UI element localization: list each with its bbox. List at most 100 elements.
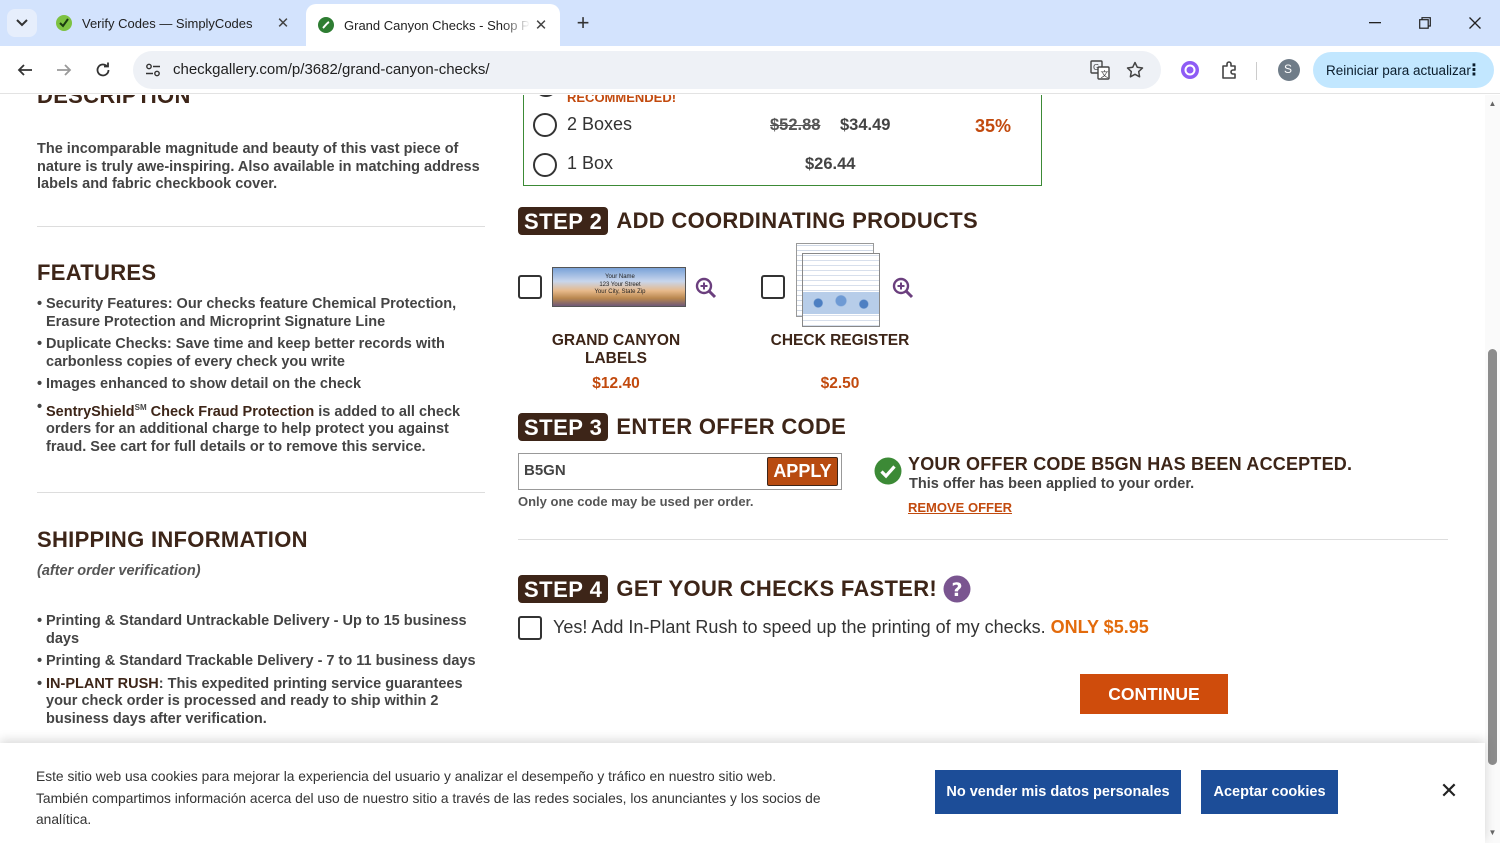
price: $26.44 [805,155,856,173]
svg-text:?: ? [952,579,963,601]
tab-grand-canyon-checks[interactable]: Grand Canyon Checks - Shop P ✕ [306,4,560,46]
add-register-checkbox[interactable] [761,275,785,299]
offer-accepted-subtitle: This offer has been applied to your orde… [909,476,1195,492]
list-item: IN-PLANT RUSH: This expedited printing s… [37,676,477,729]
chevron-down-icon [16,19,28,27]
translate-icon[interactable]: G文 [1088,58,1112,82]
sentry-brand: SentryShield [46,403,135,420]
tab-search-button[interactable] [7,9,37,37]
features-list: Security Features: Our checks feature Ch… [37,296,492,462]
browser-tab-strip: Verify Codes — SimplyCodes ✕ Grand Canyo… [0,0,1500,46]
step-title: ENTER OFFER CODE [616,414,847,439]
savings-percent: 35% [975,116,1012,136]
step-badge: STEP 2 [518,207,609,235]
close-tab-icon[interactable]: ✕ [272,12,294,34]
close-tab-icon[interactable]: ✕ [530,14,552,36]
old-price: $52.88 [770,116,821,134]
zoom-in-icon[interactable] [891,276,915,300]
profile-avatar[interactable]: S [1277,58,1301,82]
label-preview-text: Your Name 123 Your Street Your City, Sta… [553,274,687,297]
offer-accepted-title: YOUR OFFER CODE B5GN HAS BEEN ACCEPTED. [908,454,1353,474]
cookie-consent-banner: Este sitio web usa cookies para mejorar … [0,743,1485,843]
apply-button[interactable]: APPLY [767,457,838,486]
continue-button[interactable]: CONTINUE [1080,674,1228,714]
url-text: checkgallery.com/p/3682/grand-canyon-che… [173,61,490,78]
register-product-image[interactable] [796,243,882,329]
restart-to-update-button[interactable]: Reiniciar para actualizar ⋮ [1313,52,1494,88]
restore-icon[interactable] [1410,8,1440,38]
quantity-radio-1-box[interactable] [533,153,557,177]
new-tab-plus-icon[interactable]: + [570,10,596,36]
quantity-radio-recommended[interactable] [534,95,558,97]
step-title: ADD COORDINATING PRODUCTS [616,208,978,233]
remove-offer-link[interactable]: REMOVE OFFER [908,500,1012,515]
labels-product-image[interactable]: Your Name 123 Your Street Your City, Sta… [552,267,686,307]
list-item: Printing & Standard Trackable Delivery -… [37,653,477,671]
extensions-puzzle-icon[interactable] [1218,58,1242,82]
divider [37,492,485,493]
step-3-header: STEP 3 ENTER OFFER CODE [518,413,846,441]
zoom-in-icon[interactable] [694,276,718,300]
page-content: DESCRIPTION The incomparable magnitude a… [0,95,1485,843]
tab-title: Grand Canyon Checks - Shop P [344,17,530,33]
list-item: Security Features: Our checks feature Ch… [37,296,492,331]
close-icon[interactable]: ✕ [1437,778,1461,803]
divider [518,539,1448,540]
labels-price: $12.40 [592,375,640,392]
offer-code-input[interactable] [524,462,754,479]
close-window-icon[interactable] [1460,8,1490,38]
address-bar[interactable]: checkgallery.com/p/3682/grand-canyon-che… [133,51,1161,89]
help-question-icon[interactable]: ? [943,575,971,603]
quantity-radio-2-boxes[interactable] [533,113,557,137]
simplycodes-favicon-icon [56,15,72,31]
step-badge: STEP 3 [518,413,609,441]
forward-arrow-icon[interactable] [48,54,80,86]
labels-product-name: GRAND CANYON LABELS [551,332,681,367]
sentry-bold: Check Fraud Protection [146,403,315,420]
add-labels-checkbox[interactable] [518,275,542,299]
rush-option-label: Yes! Add In-Plant Rush to speed up the p… [553,617,1149,638]
cookie-text: Este sitio web usa cookies para mejorar … [36,769,821,827]
step-4-header: STEP 4 GET YOUR CHECKS FASTER! ? [518,575,971,603]
more-menu-icon[interactable]: ⋮ [1466,60,1482,80]
description-text: The incomparable magnitude and beauty of… [37,141,480,192]
rush-option-price: ONLY $5.95 [1050,617,1149,637]
scroll-up-arrow-icon[interactable]: ▲ [1488,99,1497,108]
in-plant-rush-checkbox[interactable] [518,616,542,640]
minimize-icon[interactable] [1360,8,1390,38]
list-item: Duplicate Checks: Save time and keep bet… [37,336,492,371]
shipping-heading: SHIPPING INFORMATION [37,527,308,552]
page-scrollbar[interactable]: ▲ ▼ [1485,95,1500,843]
register-floral [803,292,879,314]
bookmark-star-icon[interactable] [1123,58,1147,82]
do-not-sell-button[interactable]: No vender mis datos personales [935,770,1181,814]
browser-toolbar: checkgallery.com/p/3682/grand-canyon-che… [0,46,1500,94]
register-price: $2.50 [820,375,860,392]
list-item: SentryShieldSM Check Fraud Protection is… [37,399,492,457]
extension-icon[interactable] [1178,58,1202,82]
update-label: Reiniciar para actualizar [1326,62,1471,78]
svg-text:G: G [1093,63,1099,72]
rush-bold: IN-PLANT RUSH [46,675,159,692]
step-title: GET YOUR CHECKS FASTER! [616,576,938,601]
offer-code-note: Only one code may be used per order. [518,494,754,509]
option-label: 2 Boxes [567,114,633,134]
shipping-list: Printing & Standard Untrackable Delivery… [37,613,477,734]
reload-icon[interactable] [87,54,119,86]
tab-title: Verify Codes — SimplyCodes [82,15,253,31]
site-settings-icon[interactable] [139,56,167,84]
quantity-options-box: RECOMMENDED! 2 Boxes $52.88 $34.49 35% 1… [523,95,1042,186]
tab-verify-codes[interactable]: Verify Codes — SimplyCodes ✕ [44,6,302,40]
accept-cookies-button[interactable]: Aceptar cookies [1201,770,1338,814]
scrollbar-thumb[interactable] [1488,349,1497,765]
offer-code-field[interactable]: APPLY [518,453,842,490]
register-product-name: CHECK REGISTER [770,332,910,349]
rush-option-text: Yes! Add In-Plant Rush to speed up the p… [553,617,1046,637]
toolbar-divider [1256,62,1257,80]
step-2-header: STEP 2 ADD COORDINATING PRODUCTS [518,207,978,235]
divider [37,226,485,227]
step-badge: STEP 4 [518,575,609,603]
back-arrow-icon[interactable] [9,54,41,86]
checkgallery-favicon-icon [318,17,334,33]
scroll-down-arrow-icon[interactable]: ▼ [1488,828,1497,837]
